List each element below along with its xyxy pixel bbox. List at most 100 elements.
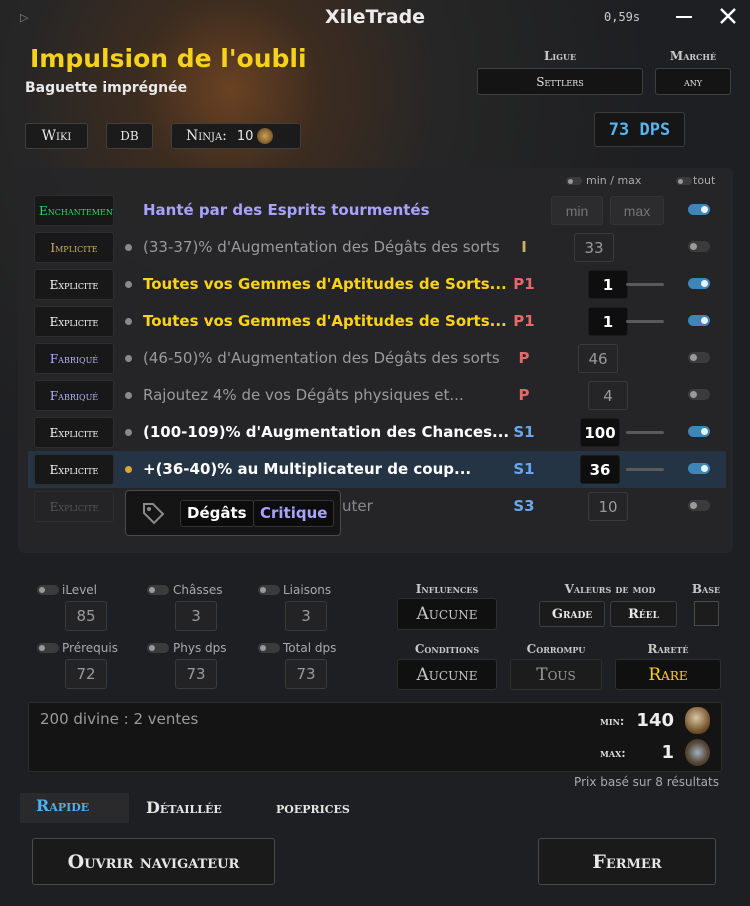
results-summary: 200 divine : 2 ventes	[40, 710, 199, 728]
timer-text: 0,59s	[604, 10, 641, 24]
wiki-button[interactable]: Wiki	[25, 123, 88, 149]
ninja-button[interactable]: Ninja: 10	[171, 123, 301, 149]
stat-value-input[interactable]: 3	[175, 601, 217, 631]
mod-bullet-icon	[125, 392, 132, 399]
mirror-icon	[685, 739, 710, 766]
ninja-currency-icon	[257, 128, 274, 144]
stat-value-input[interactable]: 85	[65, 601, 107, 631]
mod-value-input[interactable]: 46	[578, 344, 618, 373]
mod-row-highlighted: Explicite +(36-40)% au Multiplicateur de…	[28, 451, 726, 488]
stat-label: Prérequis	[62, 641, 118, 655]
stat-toggle[interactable]	[258, 643, 280, 653]
mod-type-tag: Fabriqué	[34, 380, 114, 411]
item-base: Baguette imprégnée	[25, 80, 188, 96]
mod-toggle[interactable]	[688, 426, 710, 437]
mod-value-input[interactable]: 10	[588, 492, 628, 521]
mod-toggle[interactable]	[688, 463, 710, 474]
db-button[interactable]: DB	[106, 123, 153, 149]
mod-values-label: Valeurs de mod	[564, 582, 656, 596]
price-max-value: 1	[661, 742, 674, 763]
tab-poeprices[interactable]: poeprices	[276, 798, 350, 817]
close-button[interactable]: Fermer	[538, 838, 716, 885]
close-window-button[interactable]	[706, 0, 750, 34]
mod-row: Fabriqué Rajoutez 4% de vos Dégâts physi…	[28, 377, 726, 414]
mod-text: Toutes vos Gemmes d'Aptitudes de Sorts..…	[143, 312, 507, 330]
mod-value-input[interactable]: 33	[574, 233, 614, 262]
mod-bullet-icon	[125, 318, 132, 325]
stat-value-input[interactable]: 73	[175, 659, 217, 689]
mod-toggle[interactable]	[688, 389, 710, 400]
mod-slider[interactable]	[626, 320, 664, 323]
market-select[interactable]: any	[655, 68, 731, 95]
all-label: tout	[693, 174, 716, 187]
minimize-button[interactable]	[664, 0, 704, 34]
stat-toggle[interactable]	[37, 643, 59, 653]
mod-toggle[interactable]	[688, 241, 710, 252]
league-label: Ligue	[543, 49, 577, 63]
dps-display: 73 DPS	[594, 112, 685, 147]
mod-bullet-icon	[125, 281, 132, 288]
stat-toggle[interactable]	[258, 585, 280, 595]
conditions-select[interactable]: Aucune	[397, 659, 497, 690]
mod-value-input[interactable]: 36	[580, 455, 620, 484]
ninja-value: 10	[236, 128, 254, 144]
mod-type-tag: Implicite	[34, 232, 114, 263]
mod-value-input[interactable]: 1	[588, 270, 628, 299]
stat-toggle[interactable]	[147, 585, 169, 595]
mod-value-input[interactable]: 1	[588, 307, 628, 336]
mod-tier: P1	[513, 312, 535, 330]
corrupted-select[interactable]: Tous	[510, 659, 602, 690]
open-browser-button[interactable]: Ouvrir navigateur	[32, 838, 275, 885]
stat-value-input[interactable]: 72	[65, 659, 107, 689]
mod-row: Explicite (100-109)% d'Augmentation des …	[28, 414, 726, 451]
mod-value-input[interactable]: 100	[580, 418, 620, 447]
grade-button[interactable]: Grade	[539, 601, 605, 627]
mod-tier: S1	[513, 423, 535, 441]
tag-icon	[143, 503, 165, 525]
stat-value-input[interactable]: 73	[285, 659, 327, 689]
influences-label: Influences	[415, 582, 479, 596]
mod-toggle[interactable]	[688, 500, 710, 511]
mod-toggle[interactable]	[688, 315, 710, 326]
mod-row: Implicite (33-37)% d'Augmentation des Dé…	[28, 229, 726, 266]
price-footer: Prix basé sur 8 résultats	[574, 775, 719, 789]
mod-toggle[interactable]	[688, 352, 710, 363]
mod-tier: P	[518, 386, 530, 404]
mod-value-input[interactable]: 4	[588, 381, 628, 410]
mod-slider[interactable]	[626, 431, 664, 434]
base-checkbox[interactable]	[694, 601, 719, 626]
tab-rapide[interactable]: Rapide	[20, 793, 129, 823]
mod-tier: S3	[513, 497, 535, 515]
stat-toggle[interactable]	[37, 585, 59, 595]
mod-bullet-icon	[125, 355, 132, 362]
stat-toggle[interactable]	[147, 643, 169, 653]
minmax-label: min / max	[586, 174, 642, 187]
mod-slider[interactable]	[626, 283, 664, 286]
stat-label: Châsses	[173, 583, 223, 597]
mod-slider[interactable]	[626, 468, 664, 471]
mod-text: (33-37)% d'Augmentation des Dégâts des s…	[143, 238, 500, 256]
mod-toggle[interactable]	[688, 278, 710, 289]
mod-text: Hanté par des Esprits tourmentés	[143, 201, 430, 219]
tab-detaillee[interactable]: Détaillée	[146, 798, 222, 817]
corrupted-label: Corrompu	[526, 642, 586, 656]
mod-tier: P1	[513, 275, 535, 293]
mod-text: (46-50)% d'Augmentation des Dégâts des s…	[143, 349, 500, 367]
tag-chip-damage: Dégâts	[180, 500, 254, 527]
stat-label: iLevel	[62, 583, 98, 597]
stat-label: Total dps	[283, 641, 337, 655]
mod-type-tag: Explicite	[34, 454, 114, 485]
rarity-select[interactable]: Rare	[615, 659, 721, 690]
mod-type-tag: Explicite	[34, 491, 114, 522]
rarity-label: Rareté	[647, 642, 689, 656]
league-select[interactable]: Settlers	[477, 68, 643, 95]
minmax-toggle[interactable]	[566, 177, 582, 185]
influences-select[interactable]: Aucune	[397, 598, 497, 630]
mod-toggle[interactable]	[688, 204, 710, 215]
all-toggle[interactable]	[676, 177, 692, 185]
mod-max-input[interactable]	[610, 196, 664, 225]
stat-value-input[interactable]: 3	[285, 601, 327, 631]
real-button[interactable]: Réel	[610, 601, 677, 627]
base-label: Base	[691, 582, 721, 596]
mod-min-input[interactable]	[551, 196, 603, 225]
